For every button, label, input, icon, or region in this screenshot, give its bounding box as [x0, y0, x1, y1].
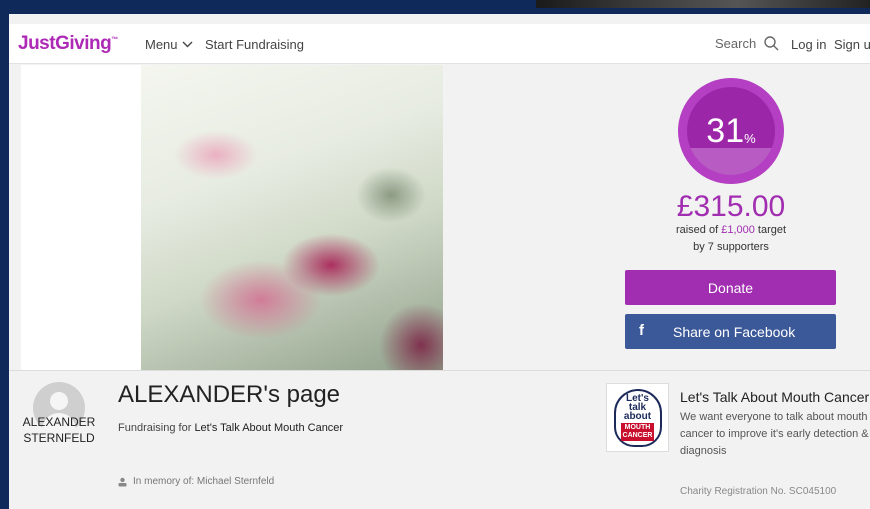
target-amount: £1,000	[721, 224, 755, 236]
progress-ring: 31 %	[678, 78, 784, 184]
charity-link[interactable]: Let's Talk About Mouth Cancer	[194, 422, 343, 434]
owner-name: ALEXANDER STERNFELD	[22, 415, 96, 445]
progress-circle: 31 %	[687, 87, 775, 175]
percent-sign: %	[744, 130, 756, 146]
signup-link[interactable]: Sign up	[834, 37, 870, 52]
search-icon	[764, 36, 779, 51]
donate-button[interactable]: Donate	[625, 270, 836, 305]
menu-button[interactable]: Menu	[145, 37, 193, 52]
progress-percent: 31	[706, 111, 745, 150]
share-facebook-button[interactable]: f Share on Facebook	[625, 314, 836, 349]
cosmos-flowers-photo	[141, 65, 443, 370]
charity-registration: Charity Registration No. SC045100	[680, 486, 837, 497]
raised-of-target: raised of £1,000 target	[675, 224, 787, 236]
supporters-count: by 7 supporters	[693, 241, 769, 253]
chevron-down-icon	[182, 41, 193, 48]
charity-logo[interactable]: Let's talk about MOUTH CANCER	[606, 383, 669, 452]
search-button[interactable]: Search	[715, 36, 779, 51]
hero-image-area	[21, 65, 443, 370]
justgiving-logo[interactable]: JustGiving™	[18, 33, 118, 55]
site-header: JustGiving™ Menu Start Fundraising Searc…	[9, 24, 870, 64]
progress-fill	[687, 147, 775, 175]
charity-name[interactable]: Let's Talk About Mouth Cancer	[680, 389, 869, 405]
menu-label: Menu	[145, 37, 178, 52]
fundraising-page: JustGiving™ Menu Start Fundraising Searc…	[9, 14, 870, 509]
share-label: Share on Facebook	[673, 323, 796, 340]
facebook-icon: f	[639, 322, 644, 339]
page-title: ALEXANDER's page	[118, 381, 341, 408]
start-fundraising-link[interactable]: Start Fundraising	[205, 37, 304, 52]
charity-description: We want everyone to talk about mouth can…	[680, 411, 869, 457]
login-link[interactable]: Log in	[791, 37, 826, 52]
fundraising-for: Fundraising for Let's Talk About Mouth C…	[118, 422, 344, 434]
background-photo-strip	[536, 0, 870, 8]
in-memory-of: In memory of: Michael Sternfeld	[118, 476, 274, 487]
avatar-head	[50, 392, 68, 410]
memorial-icon	[118, 477, 127, 486]
section-divider	[9, 370, 870, 371]
search-label: Search	[715, 36, 757, 51]
speech-bubble-logo: Let's talk about MOUTH CANCER	[613, 388, 662, 447]
amount-raised: £315.00	[676, 190, 786, 223]
